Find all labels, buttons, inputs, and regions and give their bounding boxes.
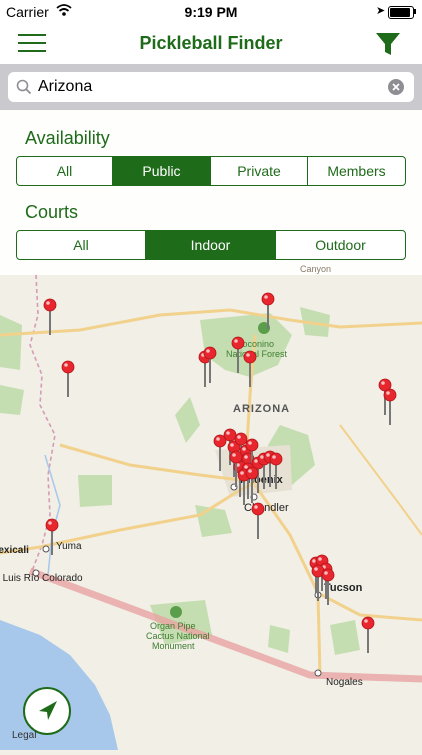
courts-outdoor-segment[interactable]: Outdoor xyxy=(276,231,405,259)
availability-heading: Availability xyxy=(25,128,110,148)
nav-bar: Pickleball Finder xyxy=(0,24,422,64)
organ-pipe-park-icon xyxy=(170,606,182,618)
organ-pipe-label-line1: Organ Pipe xyxy=(150,621,196,631)
mexicali-dot xyxy=(42,545,50,553)
chandler-label: Chandler xyxy=(244,502,289,514)
search-icon xyxy=(16,79,32,100)
map-canvas: ARIZONA Phoenix Chandler Tucson Yuma Mex… xyxy=(0,274,422,750)
court-pin[interactable] xyxy=(361,616,375,653)
search-bar-container xyxy=(0,64,422,110)
page-title: Pickleball Finder xyxy=(139,33,283,53)
courts-heading: Courts xyxy=(25,202,79,222)
forest-area xyxy=(195,505,232,537)
forest-area xyxy=(0,385,24,415)
locate-me-button[interactable] xyxy=(23,687,71,735)
highway-i8 xyxy=(39,478,261,549)
court-pin[interactable] xyxy=(61,360,75,397)
river xyxy=(44,454,61,576)
mexicali-label: Mexicali xyxy=(0,545,29,556)
tucson-label: Tucson xyxy=(324,582,363,594)
availability-all-segment[interactable]: All xyxy=(17,157,113,185)
nogales-dot xyxy=(314,669,322,677)
forest-area xyxy=(268,625,290,653)
search-input[interactable] xyxy=(38,72,378,102)
forest-area xyxy=(330,620,360,655)
location-arrow-icon: ➤ xyxy=(376,5,386,17)
forest-area xyxy=(78,475,112,507)
availability-segmented-control: All Public Private Members xyxy=(16,156,406,186)
battery-tip xyxy=(414,9,416,14)
availability-private-segment[interactable]: Private xyxy=(211,157,308,185)
filters-panel: Availability All Public Private Members … xyxy=(0,110,422,275)
nogales-label: Nogales xyxy=(326,677,363,688)
court-pin[interactable] xyxy=(43,298,57,335)
availability-members-segment[interactable]: Members xyxy=(308,157,405,185)
coconino-label-line2: National Forest xyxy=(226,349,288,359)
canyon-label: Canyon xyxy=(300,264,332,274)
map-view[interactable]: ARIZONA Phoenix Chandler Tucson Yuma Mex… xyxy=(0,274,422,750)
road-east xyxy=(339,424,422,536)
organ-pipe-label-line3: Monument xyxy=(152,641,195,651)
battery-icon xyxy=(388,6,414,19)
forest-area xyxy=(0,315,22,370)
yuma-label: Yuma xyxy=(56,541,82,552)
search-field[interactable] xyxy=(8,72,414,102)
clear-search-icon[interactable] xyxy=(388,79,404,100)
availability-public-segment[interactable]: Public xyxy=(113,157,211,185)
courts-segmented-control: All Indoor Outdoor xyxy=(16,230,406,260)
highway-i19 xyxy=(316,594,322,676)
status-bar: Carrier 9:19 PM ➤ xyxy=(0,0,422,24)
navigation-arrow-icon xyxy=(39,701,57,720)
forest-area xyxy=(175,397,200,443)
courts-indoor-segment[interactable]: Indoor xyxy=(146,231,276,259)
san-luis-label: San Luis Río Colorado xyxy=(0,573,83,584)
clock: 9:19 PM xyxy=(184,4,238,20)
legal-link[interactable]: Legal xyxy=(12,730,36,741)
courts-all-segment[interactable]: All xyxy=(17,231,146,259)
court-pin[interactable] xyxy=(251,502,265,539)
organ-pipe-label-line2: Cactus National xyxy=(146,631,210,641)
highway-i10-west xyxy=(59,443,241,482)
filter-funnel-icon[interactable] xyxy=(374,30,402,58)
arizona-state-label: ARIZONA xyxy=(233,403,290,415)
